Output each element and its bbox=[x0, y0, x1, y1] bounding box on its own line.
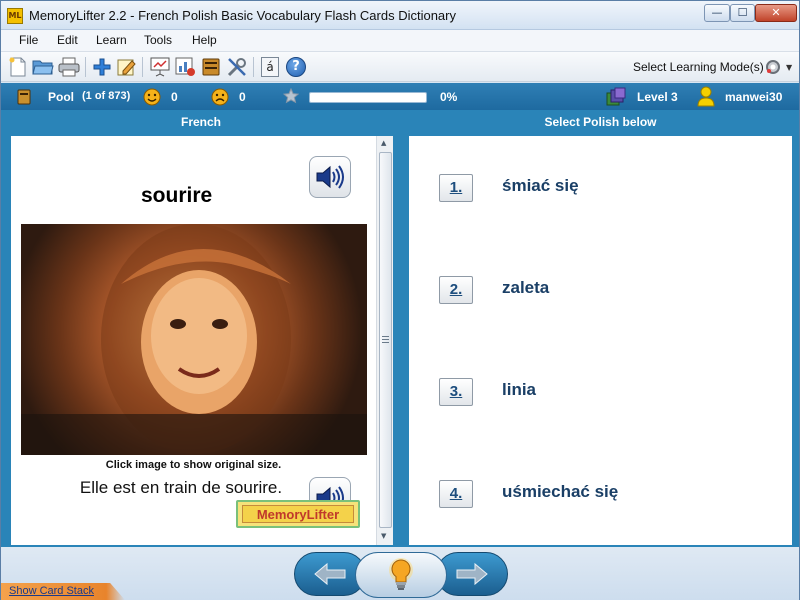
toolbar: á ? Select Learning Mode(s) ▼ bbox=[1, 52, 799, 82]
scroll-thumb[interactable] bbox=[379, 152, 392, 528]
card-stack-tab[interactable]: Show Card Stack bbox=[1, 583, 125, 600]
answer-number-button[interactable]: 4. bbox=[439, 480, 473, 508]
help-icon[interactable]: ? bbox=[285, 56, 307, 78]
special-characters-label: á bbox=[261, 57, 279, 77]
show-card-stack-link[interactable]: Show Card Stack bbox=[9, 585, 94, 597]
smiley-sad-icon bbox=[211, 88, 229, 106]
question-card: sourire Click image to show original siz… bbox=[11, 136, 376, 545]
question-scrollbar[interactable]: ▲ ▼ bbox=[376, 136, 393, 545]
maximize-button[interactable]: ☐ bbox=[730, 4, 755, 22]
print-icon[interactable] bbox=[58, 56, 80, 78]
close-button[interactable]: ✕ bbox=[755, 4, 797, 22]
presentation-icon[interactable] bbox=[149, 56, 171, 78]
toolbar-separator bbox=[85, 57, 86, 77]
scroll-down-arrow-icon[interactable]: ▼ bbox=[381, 532, 386, 540]
progress-bar bbox=[309, 92, 427, 103]
menu-bar: File Edit Learn Tools Help bbox=[1, 30, 799, 52]
user-icon bbox=[697, 86, 715, 107]
card-stack-icon[interactable] bbox=[200, 56, 222, 78]
question-word: sourire bbox=[141, 184, 213, 207]
question-column-header: French bbox=[180, 115, 221, 129]
hint-button[interactable] bbox=[355, 552, 447, 598]
image-caption: Click image to show original size. bbox=[105, 459, 282, 471]
answer-text[interactable]: zaleta bbox=[502, 278, 549, 298]
menu-learn[interactable]: Learn bbox=[96, 33, 127, 47]
special-characters-icon[interactable]: á bbox=[259, 56, 281, 78]
answer-number-button[interactable]: 3. bbox=[439, 378, 473, 406]
speaker-icon bbox=[316, 165, 344, 189]
level-label: Level 3 bbox=[637, 90, 678, 104]
learning-mode-button[interactable]: ▼ bbox=[763, 57, 795, 77]
pool-count: (1 of 873) bbox=[82, 90, 131, 102]
bottom-navigation: Show Card Stack bbox=[1, 547, 799, 600]
menu-tools[interactable]: Tools bbox=[144, 33, 172, 47]
edit-card-icon[interactable] bbox=[116, 56, 138, 78]
scroll-up-arrow-icon[interactable]: ▲ bbox=[381, 139, 386, 147]
chevron-down-icon: ▼ bbox=[786, 62, 793, 72]
correct-count: 0 bbox=[171, 90, 178, 104]
menu-edit[interactable]: Edit bbox=[57, 33, 78, 47]
answer-text[interactable]: śmiać się bbox=[502, 176, 579, 196]
main-area: French Select Polish below sourire Click… bbox=[1, 110, 799, 547]
open-folder-icon[interactable] bbox=[32, 56, 54, 78]
boxes-icon bbox=[606, 87, 626, 106]
wrong-count: 0 bbox=[239, 90, 246, 104]
answer-text[interactable]: uśmiechać się bbox=[502, 482, 618, 502]
answer-panel: 1. śmiać się 2. zaleta 3. linia 4. uśmie… bbox=[409, 136, 792, 545]
watermark-text: MemoryLifter bbox=[256, 506, 340, 522]
answer-number-button[interactable]: 2. bbox=[439, 276, 473, 304]
answer-column-header: Select Polish below bbox=[544, 115, 657, 129]
user-name: manwei30 bbox=[725, 90, 783, 104]
toolbar-separator bbox=[142, 57, 143, 77]
window-title: MemoryLifter 2.2 - French Polish Basic V… bbox=[29, 8, 456, 23]
answer-number-button[interactable]: 1. bbox=[439, 174, 473, 202]
pool-label: Pool bbox=[48, 90, 74, 104]
gear-icon bbox=[766, 60, 780, 74]
memorylifter-watermark: MemoryLifter bbox=[236, 500, 360, 528]
progress-label: 0% bbox=[440, 90, 458, 104]
lightbulb-icon bbox=[389, 558, 413, 590]
learning-mode-label[interactable]: Select Learning Mode(s) bbox=[633, 60, 764, 74]
app-logo-icon: ML bbox=[7, 8, 23, 24]
menu-help[interactable]: Help bbox=[192, 33, 217, 47]
arrow-left-icon bbox=[314, 562, 346, 586]
app-window: ML MemoryLifter 2.2 - French Polish Basi… bbox=[0, 0, 800, 600]
status-bar: Pool (1 of 873) 0 0 0% Level 3 manwei30 bbox=[1, 83, 799, 110]
memorylifter-logo: MemoryLifter bbox=[242, 505, 354, 523]
chart-icon[interactable] bbox=[174, 56, 196, 78]
help-glyph: ? bbox=[286, 57, 306, 77]
card-image[interactable] bbox=[21, 224, 367, 455]
new-document-icon[interactable] bbox=[7, 56, 29, 78]
example-sentence: Elle est en train de sourire. bbox=[79, 478, 283, 497]
star-icon bbox=[283, 88, 299, 104]
pool-icon bbox=[17, 89, 31, 105]
title-bar: ML MemoryLifter 2.2 - French Polish Basi… bbox=[1, 1, 799, 30]
card-photo bbox=[21, 224, 367, 455]
settings-tools-icon[interactable] bbox=[226, 56, 248, 78]
arrow-right-icon bbox=[456, 562, 488, 586]
answer-text[interactable]: linia bbox=[502, 380, 536, 400]
toolbar-separator bbox=[253, 57, 254, 77]
smiley-happy-icon bbox=[143, 88, 161, 106]
word-audio-button[interactable] bbox=[309, 156, 351, 198]
minimize-button[interactable]: — bbox=[704, 4, 730, 22]
menu-file[interactable]: File bbox=[19, 33, 38, 47]
add-card-icon[interactable] bbox=[91, 56, 113, 78]
